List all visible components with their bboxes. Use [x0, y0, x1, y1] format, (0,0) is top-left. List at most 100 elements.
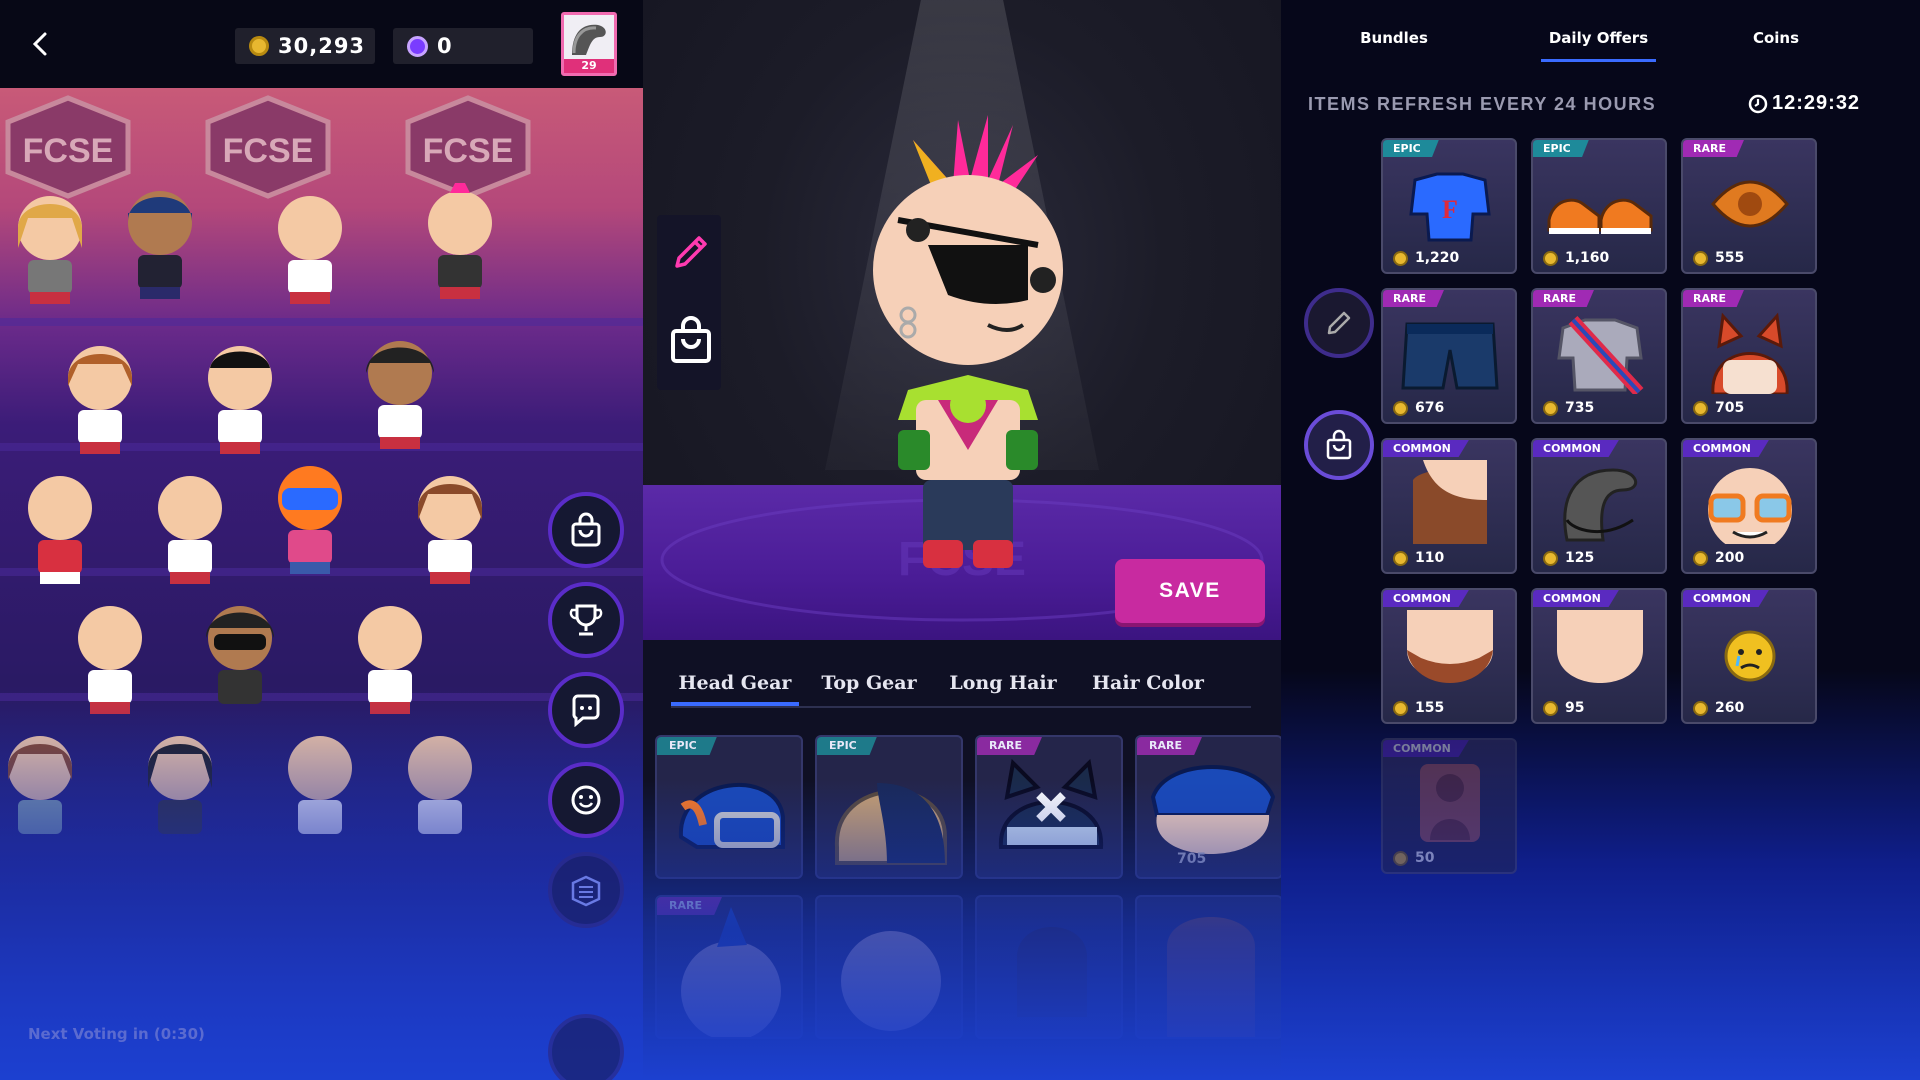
timer-nav-button[interactable]: [548, 1014, 624, 1080]
trophy-icon: [569, 604, 603, 636]
rarity-badge: COMMON: [1683, 440, 1769, 457]
cat-ears-helmet-icon: [998, 758, 1104, 849]
inventory-item[interactable]: EPIC: [655, 735, 803, 879]
save-button[interactable]: SAVE: [1115, 559, 1265, 623]
profile-avatar[interactable]: 29: [561, 12, 617, 76]
coin-icon: [1693, 251, 1708, 266]
rarity-badge: EPIC: [1383, 140, 1439, 157]
offer-price: 110: [1415, 550, 1445, 566]
rarity-badge: RARE: [1137, 737, 1202, 755]
fcse-banner: FCSE: [5, 95, 131, 199]
rarity-badge: COMMON: [1383, 590, 1469, 607]
inventory-item[interactable]: EPIC: [815, 735, 963, 879]
offer-card[interactable]: COMMON 260: [1681, 588, 1817, 724]
coin-icon: [1693, 401, 1708, 416]
inventory-item[interactable]: RARE: [655, 895, 803, 1039]
tab-bundles[interactable]: Bundles: [1339, 26, 1449, 62]
rarity-badge: EPIC: [817, 737, 877, 755]
item-price: 705: [1177, 851, 1207, 867]
gold-visor-helmet-icon: [834, 783, 947, 865]
rarity-badge: EPIC: [1533, 140, 1589, 157]
tab-coins[interactable]: Coins: [1731, 26, 1821, 62]
sash-shirt-icon: [1557, 315, 1644, 394]
trophy-nav-button[interactable]: [548, 582, 624, 658]
football-jersey-icon: F: [1409, 172, 1491, 242]
offer-card[interactable]: RARE 555: [1681, 138, 1817, 274]
inventory-item[interactable]: [815, 895, 963, 1039]
fan-figure: [278, 196, 342, 304]
rarity-badge: RARE: [1683, 140, 1744, 157]
game-screen: 30,293 0 29 FCSE FCSE FCSE Next Voting i…: [0, 0, 1920, 1080]
customize-panel: FCSE: [643, 0, 1281, 1080]
player-level: 29: [564, 59, 614, 73]
inventory-grid: EPIC EPIC RARE RARE 705 RARE: [655, 735, 1281, 1080]
emote-nav-button[interactable]: [548, 762, 624, 838]
offer-price: 1,220: [1415, 250, 1460, 266]
side-nav: [543, 440, 633, 1080]
stadium-nav-button[interactable]: [548, 852, 624, 928]
offer-card[interactable]: COMMON 110: [1381, 438, 1517, 574]
edit-toolbar: [657, 215, 721, 390]
offer-price: 676: [1415, 400, 1445, 416]
pencil-icon[interactable]: [669, 230, 713, 274]
long-hair-icon: [1413, 460, 1487, 544]
offer-card[interactable]: COMMON 155: [1381, 588, 1517, 724]
inventory-item[interactable]: [1135, 895, 1281, 1039]
token-icon: [407, 35, 428, 57]
shopping-bag-icon[interactable]: [669, 315, 713, 365]
stadium-icon: [571, 875, 601, 907]
refresh-notice: ITEMS REFRESH EVERY 24 HOURS: [1308, 94, 1657, 114]
offer-card[interactable]: RARE 676: [1381, 288, 1517, 424]
offer-card[interactable]: RARE 705: [1681, 288, 1817, 424]
fan-figure: [366, 341, 434, 449]
tab-daily-offers[interactable]: Daily Offers: [1541, 26, 1656, 62]
offer-card[interactable]: COMMON 125: [1531, 438, 1667, 574]
coin-icon: [1693, 701, 1708, 716]
offer-price: 555: [1715, 250, 1745, 266]
offer-price: 735: [1565, 400, 1595, 416]
tab-long-hair[interactable]: Long Hair: [941, 660, 1065, 706]
voting-countdown: Next Voting in (0:30): [28, 1025, 205, 1043]
fan-figure: [28, 476, 92, 584]
coin-icon: [249, 36, 269, 56]
offer-card[interactable]: COMMON 200: [1681, 438, 1817, 574]
offer-card[interactable]: EPIC F 1,220: [1381, 138, 1517, 274]
inventory-item[interactable]: RARE: [975, 735, 1123, 879]
chat-nav-button[interactable]: [548, 672, 624, 748]
denim-shorts-icon: [1401, 322, 1499, 390]
avatar-stage: FCSE: [643, 0, 1281, 640]
offer-card[interactable]: COMMON 95: [1531, 588, 1667, 724]
offer-card[interactable]: RARE 735: [1531, 288, 1667, 424]
back-arrow-icon[interactable]: [24, 26, 56, 62]
rarity-badge: COMMON: [1533, 440, 1619, 457]
stadium-panel: 30,293 0 29 FCSE FCSE FCSE Next Voting i…: [0, 0, 643, 1080]
svg-text:F: F: [1442, 195, 1458, 224]
fan-figure: [158, 476, 222, 584]
shop-nav-button[interactable]: [1304, 410, 1374, 480]
clock-icon: [1748, 94, 1768, 113]
coin-icon: [1393, 551, 1408, 566]
tab-hair-color[interactable]: Hair Color: [1083, 660, 1213, 706]
rarity-badge: COMMON: [1533, 590, 1619, 607]
tab-head-gear[interactable]: Head Gear: [671, 660, 799, 706]
offer-card[interactable]: EPIC 1,160: [1531, 138, 1667, 274]
token-count: 0: [437, 34, 453, 58]
coin-icon: [1543, 251, 1558, 266]
offer-card[interactable]: COMMON 50: [1381, 738, 1517, 874]
coin-icon: [1393, 401, 1408, 416]
pencil-icon: [1327, 311, 1351, 335]
edit-nav-button[interactable]: [1304, 288, 1374, 358]
inventory-item[interactable]: RARE 705: [1135, 735, 1281, 879]
orange-glasses-icon: [1708, 468, 1792, 544]
rarity-badge: RARE: [977, 737, 1042, 755]
shopping-bag-icon: [1326, 429, 1352, 460]
rarity-badge: COMMON: [1383, 440, 1469, 457]
fan-figure: [428, 183, 492, 299]
tab-top-gear[interactable]: Top Gear: [811, 660, 927, 706]
inventory-item[interactable]: [975, 895, 1123, 1039]
offer-price: 155: [1415, 700, 1445, 716]
fcse-banner: FCSE: [205, 95, 331, 199]
rarity-badge: RARE: [1683, 290, 1744, 307]
shop-nav-button[interactable]: [548, 492, 624, 568]
coin-icon: [1543, 551, 1558, 566]
